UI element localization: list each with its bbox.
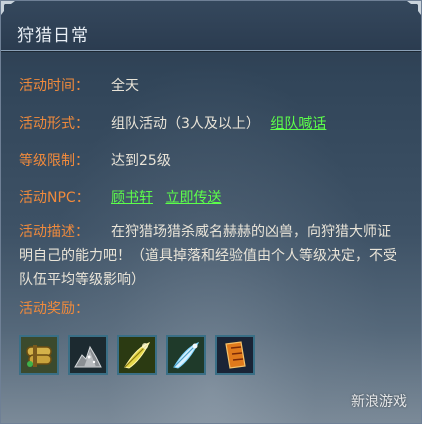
activity-desc-text: 在狩猎场猎杀威名赫赫的凶兽，向狩猎大师证明自己的能力吧！（道具掉落和经验值由个人… bbox=[19, 224, 397, 288]
level-limit-value: 达到25级 bbox=[111, 153, 171, 169]
reward-slot-2[interactable] bbox=[68, 335, 108, 375]
activity-form-text: 组队活动（3人及以上） bbox=[111, 116, 260, 132]
reward-slot-4[interactable] bbox=[166, 335, 206, 375]
corner-ornament-icon bbox=[407, 1, 421, 15]
team-shout-link[interactable]: 组队喊话 bbox=[270, 116, 326, 132]
corner-ornament-icon bbox=[1, 1, 15, 15]
panel-title: 狩猎日常 bbox=[17, 26, 89, 46]
activity-rewards-label: 活动奖励： bbox=[19, 301, 89, 317]
reward-slot-3[interactable] bbox=[117, 335, 157, 375]
row-activity-desc: 活动描述： 在狩猎场猎杀威名赫赫的凶兽，向狩猎大师证明自己的能力吧！（道具掉落和… bbox=[19, 220, 405, 300]
watermark: 新浪游戏 bbox=[351, 394, 407, 410]
title-bar: 狩猎日常 bbox=[1, 1, 421, 51]
orange-talisman-icon bbox=[217, 337, 253, 373]
activity-npc-label: 活动NPC： bbox=[19, 190, 90, 206]
activity-time-value: 全天 bbox=[111, 78, 139, 94]
reward-slot-5[interactable] bbox=[215, 335, 255, 375]
npc-link[interactable]: 顾书轩 bbox=[111, 190, 153, 206]
white-feather-icon bbox=[168, 337, 204, 373]
ore-pile-icon bbox=[70, 337, 106, 373]
level-limit-label: 等级限制： bbox=[19, 153, 89, 169]
reward-slot-1[interactable] bbox=[19, 335, 59, 375]
activity-npc-value: 顾书轩 立即传送 bbox=[111, 187, 221, 207]
activity-form-value: 组队活动（3人及以上） 组队喊话 bbox=[111, 113, 326, 133]
golden-feather-icon bbox=[119, 337, 155, 373]
activity-form-label: 活动形式： bbox=[19, 116, 89, 132]
activity-time-label: 活动时间： bbox=[19, 78, 89, 94]
activity-panel: 狩猎日常 活动时间： 全天 活动形式： 组队活动（3人及以上） 组队喊话 等级限… bbox=[0, 0, 422, 424]
teleport-link[interactable]: 立即传送 bbox=[165, 190, 221, 206]
scroll-bundle-icon bbox=[21, 337, 57, 373]
